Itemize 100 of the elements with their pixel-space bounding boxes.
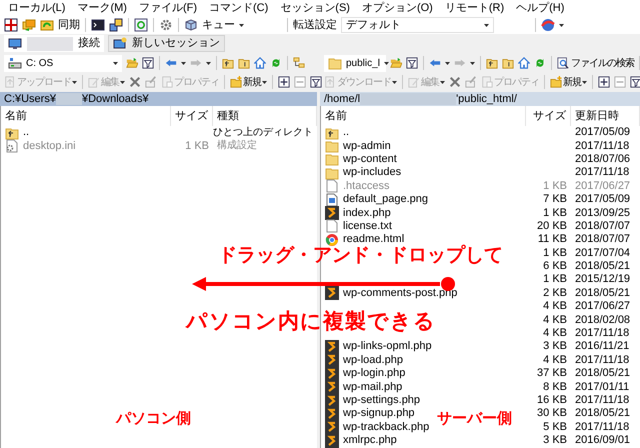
file-name[interactable]: wp-links-opml.php (343, 341, 432, 352)
file-size: 37 KB (537, 367, 567, 380)
caret-icon[interactable] (181, 62, 186, 64)
menu-item[interactable]: ファイル(F) (134, 0, 201, 16)
modified-date: 2017/11/18 (575, 354, 630, 366)
file-name[interactable]: wp-trackback.php (343, 422, 430, 433)
caret-icon[interactable] (470, 62, 475, 64)
menu-item[interactable]: コマンド(C) (205, 0, 272, 16)
folder-icon (325, 139, 339, 154)
caret-icon[interactable] (445, 62, 450, 64)
find-files-button[interactable]: ファイルの検索 (557, 56, 634, 70)
folder-up-icon[interactable] (222, 57, 234, 69)
menu-item[interactable]: ローカル(L) (4, 0, 70, 16)
file-name[interactable]: xmlrpc.php (343, 435, 397, 446)
menu-item[interactable]: セッション(S) (276, 0, 354, 16)
caret-icon[interactable] (206, 62, 211, 64)
column-header[interactable]: 更新日時 (571, 106, 640, 126)
terminal-icon[interactable] (91, 18, 105, 32)
folder-icon (325, 166, 339, 180)
settings-icon[interactable] (159, 18, 173, 32)
plus-icon[interactable] (598, 76, 610, 88)
file-name[interactable]: wp-settings.php (343, 395, 420, 406)
folder-icon[interactable] (502, 57, 514, 69)
file-size: 1 KB (543, 206, 567, 219)
filter-icon[interactable] (142, 57, 154, 69)
php-file-icon (325, 366, 339, 381)
globe-button[interactable] (541, 18, 564, 32)
folder-icon[interactable] (238, 57, 250, 69)
session-tab[interactable]: 新しいセッション (108, 35, 225, 52)
path-bar[interactable]: /home/l 'public_html/ (320, 92, 640, 106)
menu-item[interactable]: リモート(R) (440, 0, 508, 16)
toolbar-button[interactable]: 新規 (550, 74, 587, 90)
file-name[interactable]: wp-comments-post.php (343, 288, 458, 299)
caret-icon (239, 24, 244, 26)
open-folder-icon[interactable] (126, 57, 138, 69)
modified-date: 2018/07/06 (575, 152, 630, 165)
caret-icon (120, 80, 125, 84)
new-folder-icon (230, 76, 242, 88)
column-header[interactable]: 名前 (1, 106, 171, 126)
location-dropdown[interactable]: C: OS (4, 54, 122, 72)
filter-icon[interactable] (406, 57, 418, 69)
filter-icon[interactable] (630, 76, 640, 88)
file-name[interactable]: readme.html (343, 234, 404, 246)
plus-icon[interactable] (278, 76, 290, 88)
image-file-icon (325, 192, 339, 207)
filter-icon[interactable] (310, 76, 322, 88)
minus-icon[interactable] (614, 76, 626, 88)
menu-item[interactable]: オプション(O) (358, 0, 437, 16)
file-name[interactable]: wp-mail.php (343, 382, 402, 393)
folder-up-icon[interactable] (486, 57, 498, 69)
file-name[interactable]: wp-load.php (343, 354, 403, 366)
sync-button[interactable]: 同期 (40, 16, 80, 34)
menu-item[interactable]: マーク(M) (73, 0, 131, 16)
delete-icon[interactable] (129, 76, 141, 88)
column-header[interactable]: サイズ (171, 106, 213, 126)
caret-icon (582, 80, 587, 84)
file-name[interactable]: wp-content (343, 154, 397, 165)
file-name[interactable]: default_page.png (343, 194, 428, 206)
file-name[interactable]: wp-includes (343, 167, 402, 178)
session-tab[interactable]: 接続 (4, 35, 104, 52)
home-icon[interactable] (254, 57, 266, 69)
file-name[interactable]: index.php (343, 208, 391, 219)
column-header[interactable]: 名前 (321, 106, 526, 126)
path-bar[interactable]: C:¥Users¥ ¥Downloads¥ (0, 92, 317, 106)
modified-date: 2018/05/21 (575, 367, 630, 380)
file-icon (325, 219, 339, 234)
file-name[interactable]: license.txt (343, 220, 392, 232)
file-size: 1 KB (185, 140, 209, 152)
file-name[interactable]: wp-signup.php (343, 408, 415, 420)
file-size: 4 KB (543, 327, 567, 340)
modified-date: 2018/02/08 (575, 314, 630, 326)
file-name[interactable]: wp-admin (343, 140, 391, 152)
location-dropdown[interactable]: public_l (324, 54, 386, 72)
modified-date: 2017/05/09 (575, 193, 630, 206)
column-header[interactable]: サイズ (526, 106, 571, 126)
file-name[interactable]: .. (343, 127, 350, 138)
monitor-icon (8, 36, 22, 50)
file-name[interactable]: wp-login.php (343, 368, 406, 380)
document-icon (4, 76, 16, 88)
grid-icon[interactable] (4, 18, 18, 32)
queue-button[interactable]: キュー (184, 16, 244, 34)
file-size: 1 KB (543, 273, 567, 286)
file-name[interactable]: .. (23, 127, 30, 138)
home-icon[interactable] (518, 57, 530, 69)
menu-item[interactable]: ヘルプ(H) (512, 0, 568, 16)
tree-icon[interactable] (293, 57, 305, 69)
back-arrow-icon[interactable] (429, 57, 441, 69)
minus-icon[interactable] (294, 76, 306, 88)
back-arrow-icon[interactable] (165, 57, 177, 69)
toolbar-button[interactable]: 新規 (230, 74, 267, 90)
properties-icon (161, 76, 173, 88)
edit-icon (88, 76, 100, 88)
transfer-settings-dropdown[interactable]: デフォルト (341, 17, 494, 33)
php-file-icon (325, 206, 339, 220)
modified-date: 2017/11/18 (575, 420, 630, 433)
new-folder-icon (550, 76, 562, 88)
open-folder-icon[interactable] (390, 57, 402, 69)
delete-icon[interactable] (449, 76, 461, 88)
properties-icon (481, 76, 493, 88)
column-header[interactable]: 種類 (213, 106, 317, 126)
